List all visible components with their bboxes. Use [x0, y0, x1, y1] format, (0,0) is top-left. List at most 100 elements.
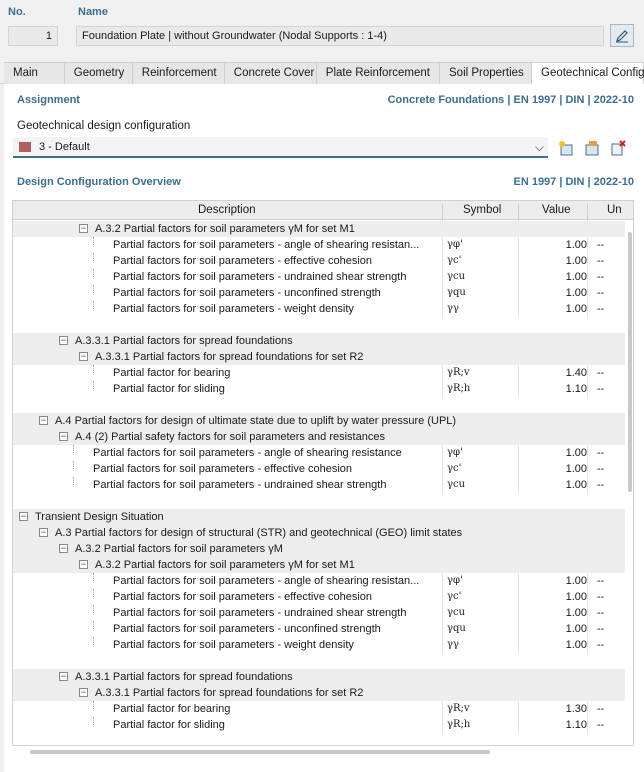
row-unit: --: [597, 623, 605, 635]
tab-main[interactable]: Main: [4, 62, 65, 84]
collapse-toggle-icon[interactable]: −: [79, 688, 88, 697]
name-label: Name: [78, 6, 108, 18]
table-row[interactable]: Partial factor for sliding γR;h 1.10 --: [13, 717, 625, 733]
table-row[interactable]: Partial factors for soil parameters - an…: [13, 237, 625, 253]
row-unit: --: [597, 639, 605, 651]
row-unit: --: [597, 271, 605, 283]
row-description: A.3.2 Partial factors for soil parameter…: [95, 223, 355, 235]
new-config-button[interactable]: [555, 137, 577, 159]
row-value: 1.40: [565, 367, 587, 379]
row-unit: --: [597, 239, 605, 251]
collapse-toggle-icon[interactable]: −: [59, 336, 68, 345]
group-row[interactable]: − A.3.3.1 Partial factors for spread foun…: [13, 685, 625, 701]
tab-geometry[interactable]: Geometry: [64, 62, 133, 84]
tab-reinforcement[interactable]: Reinforcement: [132, 62, 225, 84]
collapse-toggle-icon[interactable]: −: [59, 432, 68, 441]
group-row[interactable]: − A.3.3.1 Partial factors for spread foun…: [13, 333, 625, 349]
row-value: 1.00: [565, 607, 587, 619]
config-select[interactable]: 3 - Default ⌵: [13, 137, 548, 158]
table-row[interactable]: Partial factors for soil parameters - un…: [13, 621, 625, 637]
row-symbol: γγ: [447, 303, 459, 314]
overview-table[interactable]: Description Symbol Value Un − A.3.2 Parti…: [12, 200, 634, 746]
table-header: Description Symbol Value Un: [13, 201, 633, 223]
collapse-toggle-icon[interactable]: −: [79, 352, 88, 361]
group-row[interactable]: − A.4 (2) Partial safety factors for soil…: [13, 429, 625, 445]
tab-plate-reinforcement[interactable]: Plate Reinforcement: [316, 62, 440, 84]
name-field[interactable]: Foundation Plate | without Groundwater (…: [76, 26, 604, 46]
col-description[interactable]: Description: [198, 204, 256, 216]
spacer-row: [13, 493, 625, 509]
no-label: No.: [8, 6, 26, 18]
row-description: A.3.2 Partial factors for soil parameter…: [95, 559, 355, 571]
row-unit: --: [597, 575, 605, 587]
row-value: 1.30: [565, 703, 587, 715]
row-description: A.3.2 Partial factors for soil parameter…: [75, 543, 283, 555]
row-description: Transient Design Situation: [35, 511, 164, 523]
col-value[interactable]: Value: [542, 204, 571, 216]
table-row[interactable]: Partial factors for soil parameters - un…: [13, 477, 625, 493]
table-row[interactable]: Partial factors for soil parameters - we…: [13, 637, 625, 653]
row-description: Partial factors for soil parameters - un…: [113, 607, 407, 619]
collapse-toggle-icon[interactable]: −: [39, 416, 48, 425]
row-description: Partial factors for soil parameters - we…: [113, 303, 354, 315]
col-symbol[interactable]: Symbol: [463, 204, 501, 216]
collapse-toggle-icon[interactable]: −: [79, 560, 88, 569]
assignment-header: Assignment Concrete Foundations | EN 199…: [17, 94, 634, 112]
row-description: Partial factors for soil parameters - un…: [113, 623, 381, 635]
row-symbol: γR;h: [447, 383, 471, 394]
spacer-row: [13, 317, 625, 333]
edit-name-button[interactable]: [610, 24, 634, 47]
table-row[interactable]: Partial factor for bearing γR;v 1.30 --: [13, 701, 625, 717]
table-row[interactable]: Partial factor for sliding γR;h 1.10 --: [13, 381, 625, 397]
tab-soil-properties[interactable]: Soil Properties: [440, 62, 532, 84]
row-symbol: γR;v: [447, 703, 470, 714]
row-description: Partial factors for soil parameters - an…: [113, 575, 420, 587]
collapse-toggle-icon[interactable]: −: [19, 512, 28, 521]
table-row[interactable]: Partial factors for soil parameters - we…: [13, 301, 625, 317]
collapse-toggle-icon[interactable]: −: [39, 528, 48, 537]
table-row[interactable]: Partial factor for bearing γR;v 1.40 --: [13, 365, 625, 381]
row-description: A.4 Partial factors for design of ultima…: [55, 415, 457, 427]
row-description: Partial factor for sliding: [113, 719, 225, 731]
row-description: Partial factors for soil parameters - an…: [93, 447, 402, 459]
edit-config-icon: [585, 141, 599, 156]
group-row[interactable]: − A.4 Partial factors for design of ultim…: [13, 413, 625, 429]
row-description: Partial factors for soil parameters - un…: [113, 271, 407, 283]
group-row[interactable]: − A.3.3.1 Partial factors for spread foun…: [13, 669, 625, 685]
assignment-standard: Concrete Foundations | EN 1997 | DIN | 2…: [387, 94, 634, 106]
table-row[interactable]: Partial factors for soil parameters - ef…: [13, 589, 625, 605]
group-row[interactable]: − A.3.2 Partial factors for soil paramete…: [13, 557, 625, 573]
row-symbol: γφ': [447, 239, 463, 250]
edit-config-button[interactable]: [581, 137, 603, 159]
table-row[interactable]: Partial factors for soil parameters - an…: [13, 445, 625, 461]
table-row[interactable]: Partial factors for soil parameters - ef…: [13, 461, 625, 477]
table-row[interactable]: Partial factors for soil parameters - ef…: [13, 253, 625, 269]
row-description: A.4 (2) Partial safety factors for soil …: [75, 431, 385, 443]
table-row[interactable]: Partial factors for soil parameters - an…: [13, 573, 625, 589]
group-row[interactable]: − A.3.2 Partial factors for soil paramete…: [13, 221, 625, 237]
collapse-toggle-icon[interactable]: −: [59, 672, 68, 681]
group-row[interactable]: − A.3.3.1 Partial factors for spread foun…: [13, 349, 625, 365]
collapse-toggle-icon[interactable]: −: [79, 224, 88, 233]
tab-concrete-cover[interactable]: Concrete Cover: [224, 62, 317, 84]
group-row[interactable]: − Transient Design Situation: [13, 509, 625, 525]
horizontal-scrollbar[interactable]: [30, 750, 490, 754]
group-row[interactable]: − A.3.2 Partial factors for soil paramete…: [13, 541, 625, 557]
row-unit: --: [597, 447, 605, 459]
row-symbol: γqu: [447, 623, 466, 634]
group-row[interactable]: − A.3 Partial factors for design of struc…: [13, 525, 625, 541]
row-description: Partial factors for soil parameters - ef…: [113, 591, 373, 603]
row-unit: --: [597, 463, 605, 475]
table-row[interactable]: Partial factors for soil parameters - un…: [13, 285, 625, 301]
row-description: Partial factors for soil parameters - ef…: [113, 255, 373, 267]
table-row[interactable]: Partial factors for soil parameters - un…: [13, 605, 625, 621]
tab-bar: Main Geometry Reinforcement Concrete Cover P…: [0, 62, 644, 84]
tab-geotechnical-configu[interactable]: Geotechnical Configu: [532, 62, 644, 84]
row-value: 1.00: [565, 639, 587, 651]
vertical-scrollbar[interactable]: [628, 232, 632, 492]
col-unit[interactable]: Un: [607, 204, 622, 216]
delete-config-button[interactable]: [607, 137, 629, 159]
spacer-row: [13, 653, 625, 669]
collapse-toggle-icon[interactable]: −: [59, 544, 68, 553]
table-row[interactable]: Partial factors for soil parameters - un…: [13, 269, 625, 285]
